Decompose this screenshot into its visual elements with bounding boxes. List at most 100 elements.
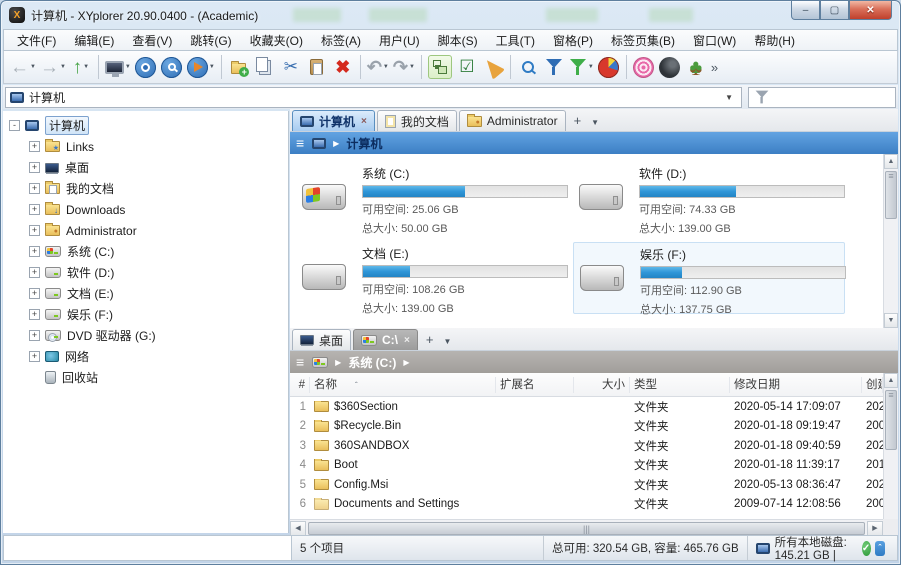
tree-item-desktop[interactable]: +桌面 [29, 157, 288, 178]
tree-toggle[interactable]: + [29, 288, 40, 299]
col-ext[interactable]: 扩展名 [496, 377, 574, 393]
tab-list-dropdown-icon[interactable]: ▼ [439, 337, 455, 350]
cut-button[interactable]: ✂ [278, 53, 304, 81]
tab-c-drive[interactable]: C:\× [353, 329, 418, 350]
tree-toggle[interactable]: - [9, 120, 20, 131]
scrollbar-thumb[interactable]: ||| [308, 522, 865, 535]
col-created[interactable]: 创建日 [862, 377, 883, 393]
col-modified[interactable]: 修改日期 [730, 377, 862, 393]
tree-panel-toggle-button[interactable] [426, 53, 454, 81]
drives-scrollbar[interactable]: ▲ ▼ [883, 154, 898, 328]
menu-tabsets[interactable]: 标签页集(B) [602, 30, 684, 51]
title-bar[interactable]: X 计算机 - XYplorer 20.90.0400 - (Academic)… [1, 1, 900, 29]
tree-toggle[interactable]: + [29, 267, 40, 278]
menu-user[interactable]: 用户(U) [370, 30, 429, 51]
dark-mode-button[interactable] [657, 53, 683, 81]
tree-item-computer[interactable]: -计算机 [9, 115, 288, 136]
tree-item-my-documents[interactable]: +我的文档 [29, 178, 288, 199]
menu-panes[interactable]: 窗格(P) [544, 30, 602, 51]
minimize-button[interactable]: – [791, 1, 820, 20]
scroll-left-icon[interactable]: ◀ [290, 521, 306, 536]
tree-item-drive-e[interactable]: +文档 (E:) [29, 283, 288, 304]
menu-tools[interactable]: 工具(T) [487, 30, 544, 51]
maximize-button[interactable]: ▢ [820, 1, 849, 20]
menu-edit[interactable]: 编辑(E) [65, 30, 123, 51]
menu-tags[interactable]: 标签(A) [312, 30, 370, 51]
up-button[interactable]: ↑▼ [68, 53, 94, 81]
pizza-button[interactable] [480, 53, 506, 81]
new-tab-button[interactable]: + [420, 332, 440, 350]
desktop-dropdown-icon[interactable]: ▼ [125, 64, 131, 70]
tab-administrator[interactable]: Administrator [459, 110, 566, 131]
menu-view[interactable]: 查看(V) [123, 30, 181, 51]
computer-icon[interactable] [312, 138, 326, 149]
tree-toggle[interactable]: + [29, 141, 40, 152]
copy-button[interactable] [252, 53, 278, 81]
tree-item-drive-f[interactable]: +娱乐 (F:) [29, 304, 288, 325]
col-name[interactable]: 名称ˆ [310, 377, 496, 393]
spot-a-dupe-button[interactable] [631, 53, 657, 81]
menu-go[interactable]: 跳转(G) [181, 30, 240, 51]
tab-close-icon[interactable]: × [404, 335, 410, 346]
col-size[interactable]: 大小 [574, 377, 630, 393]
forward-dropdown-icon[interactable]: ▼ [60, 64, 66, 70]
new-tab-button[interactable]: + [568, 113, 588, 131]
file-row[interactable]: 1$360Section文件夹2020-05-14 17:09:072020- [290, 397, 898, 417]
tree-toggle[interactable]: + [29, 204, 40, 215]
tree-toggle[interactable]: + [29, 225, 40, 236]
tree-toggle[interactable]: + [29, 162, 40, 173]
tab-close-icon[interactable]: × [361, 116, 367, 127]
tree-item-drive-c[interactable]: +系统 (C:) [29, 241, 288, 262]
redo-dropdown-icon[interactable]: ▼ [409, 64, 415, 70]
menu-window[interactable]: 窗口(W) [684, 30, 745, 51]
menu-help[interactable]: 帮助(H) [745, 30, 804, 51]
breadcrumb-location[interactable]: 计算机 [346, 135, 382, 152]
tab-list-dropdown-icon[interactable]: ▼ [587, 118, 603, 131]
address-value[interactable]: 计算机 [29, 89, 721, 106]
file-row[interactable]: 6Documents and Settings文件夹2009-07-14 12:… [290, 495, 898, 513]
menu-favorites[interactable]: 收藏夹(O) [241, 30, 312, 51]
breadcrumb-separator-icon[interactable]: ▶ [403, 358, 409, 367]
tree-toggle[interactable]: + [29, 183, 40, 194]
tree-item-links[interactable]: +Links [29, 136, 288, 157]
tree-toggle[interactable]: + [29, 351, 40, 362]
tree-item-network[interactable]: +网络 [29, 346, 288, 367]
file-row[interactable]: 2$Recycle.Bin文件夹2020-01-18 09:19:472009- [290, 417, 898, 437]
tree-toggle[interactable]: + [29, 309, 40, 320]
col-index[interactable]: # [290, 377, 310, 393]
up-dropdown-icon[interactable]: ▼ [83, 64, 89, 70]
tree-toggle[interactable]: + [29, 246, 40, 257]
close-button[interactable]: ✕ [849, 1, 892, 20]
tab-my-documents[interactable]: 我的文档 [377, 110, 457, 131]
paste-button[interactable] [304, 53, 330, 81]
menu-file[interactable]: 文件(F) [8, 30, 65, 51]
tree-item-downloads[interactable]: +Downloads [29, 199, 288, 220]
redo-button[interactable]: ↷▼ [391, 53, 417, 81]
delete-button[interactable]: ✖ [330, 53, 356, 81]
scrollbar-thumb[interactable] [885, 171, 897, 219]
drive-tile-e[interactable]: 文档 (E:) 可用空间: 108.26 GB 总大小: 139.00 GB [296, 242, 568, 314]
breadcrumb-menu-icon[interactable]: ≡ [296, 135, 304, 151]
scroll-right-icon[interactable]: ▶ [867, 521, 883, 536]
quick-filter-button[interactable]: ▼ [567, 53, 596, 81]
tree-item-administrator[interactable]: +Administrator [29, 220, 288, 241]
back-button[interactable]: ←▼ [8, 53, 38, 81]
menu-scripting[interactable]: 脚本(S) [429, 30, 487, 51]
breadcrumb-menu-icon[interactable]: ≡ [296, 354, 304, 370]
filter-dropdown-icon[interactable]: ▼ [588, 64, 594, 70]
toolbar-overflow-button[interactable]: » [711, 60, 718, 75]
scroll-up-icon[interactable]: ▲ [884, 373, 898, 388]
collapse-up-icon[interactable]: ˆ [875, 541, 885, 556]
scroll-down-icon[interactable]: ▼ [884, 313, 898, 328]
tree-item-dvd-g[interactable]: +DVD 驱动器 (G:) [29, 325, 288, 346]
breadcrumb-location[interactable]: 系统 (C:) [348, 354, 396, 371]
tab-desktop[interactable]: 桌面 [292, 329, 351, 350]
tree-toggle[interactable]: + [29, 330, 40, 341]
ok-check-icon[interactable]: ✓ [862, 541, 871, 556]
file-row[interactable]: 5Config.Msi文件夹2020-05-13 08:36:472020- [290, 475, 898, 495]
zoom-button[interactable] [159, 53, 185, 81]
col-type[interactable]: 类型 [630, 377, 730, 393]
address-bar[interactable]: 计算机 ▼ [5, 87, 742, 108]
new-folder-button[interactable]: + [226, 53, 252, 81]
go-button[interactable]: ▼ [185, 53, 217, 81]
